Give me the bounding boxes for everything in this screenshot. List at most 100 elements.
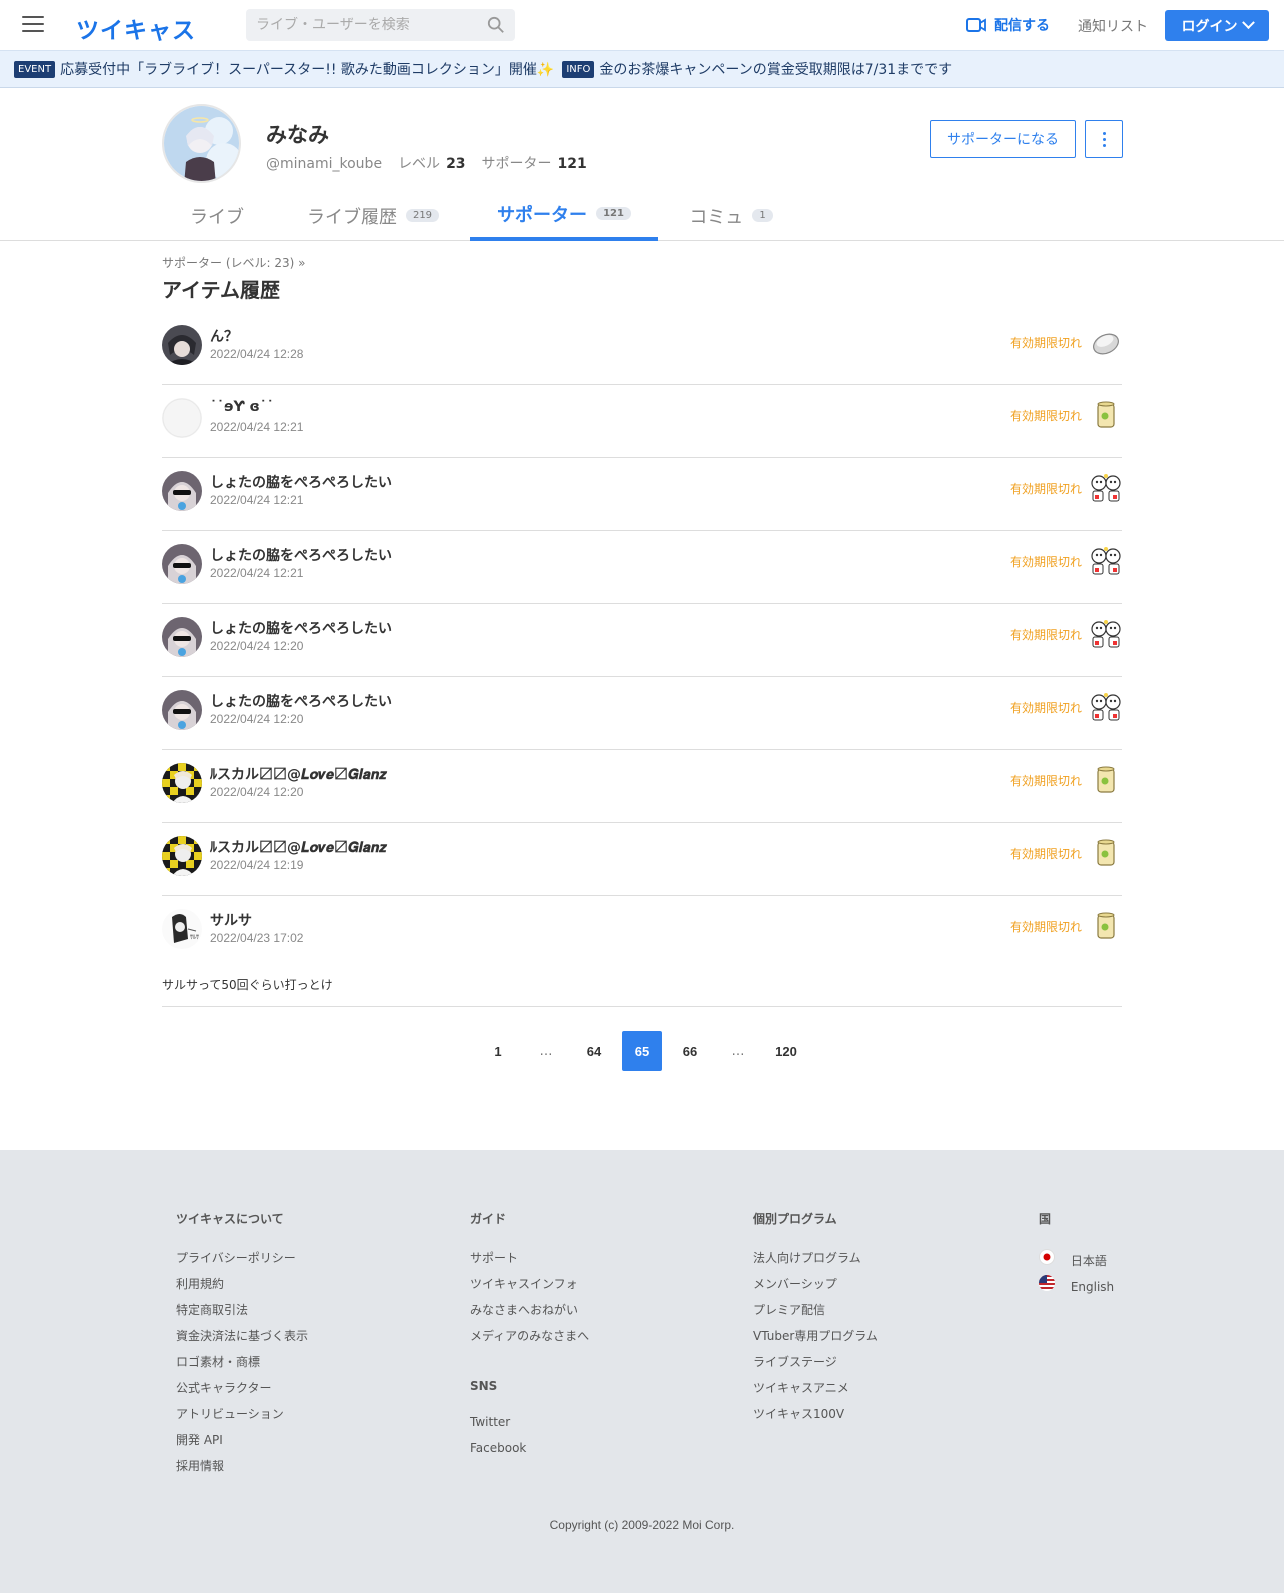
list-item: ﾙスカル〼〼@𝑳𝒐𝒗𝒆〼𝑮𝒍𝒂𝒏𝒛 2022/04/24 12:19 有効期限切れ [162, 823, 1122, 896]
profile-avatar[interactable] [162, 104, 241, 183]
page-link-64[interactable]: 64 [574, 1031, 614, 1071]
footer-guide-link[interactable]: メディアのみなさまへ [470, 1327, 589, 1343]
footer: ツイキャスについて プライバシーポリシー 利用規約 特定商取引法 資金決済法に基づく表… [0, 1150, 1284, 1593]
user-avatar[interactable]: ｻﾙｻ [162, 909, 202, 949]
footer-about-link[interactable]: 公式キャラクター [176, 1379, 308, 1395]
user-name[interactable]: ん？ [210, 326, 238, 346]
footer-about-link[interactable]: 特定商取引法 [176, 1301, 308, 1317]
footer-about-link[interactable]: アトリビューション [176, 1405, 308, 1421]
tab-count-badge: 121 [596, 207, 631, 220]
notification-list-link[interactable]: 通知リスト [1078, 16, 1148, 36]
footer-programs-link[interactable]: 法人向けプログラム [753, 1249, 878, 1265]
footer-programs-link[interactable]: ライブステージ [753, 1353, 878, 1369]
user-avatar[interactable] [162, 398, 202, 438]
user-name[interactable]: しょたの脇をぺろぺろしたい [210, 545, 392, 565]
user-avatar[interactable] [162, 617, 202, 657]
footer-guide-column: ガイド サポート ツイキャスインフォ みなさまへおねがい メディアのみなさまへ SNS… [470, 1210, 589, 1467]
footer-sns-link[interactable]: Twitter [470, 1415, 589, 1429]
footer-programs-link[interactable]: ツイキャスアニメ [753, 1379, 878, 1395]
tab-live[interactable]: ライブ [162, 190, 272, 241]
list-item: しょたの脇をぺろぺろしたい 2022/04/24 12:20 有効期限切れ [162, 604, 1122, 677]
footer-about-link[interactable]: 開発 API [176, 1431, 308, 1447]
language-japanese[interactable]: 日本語 [1039, 1249, 1114, 1268]
user-name[interactable]: ﾙスカル〼〼@𝑳𝒐𝒗𝒆〼𝑮𝒍𝒂𝒏𝒛 [210, 764, 387, 784]
list-item: ん？ 2022/04/24 12:28 有効期限切れ [162, 312, 1122, 385]
supporter-count: 121 [557, 156, 587, 172]
tab-live-history[interactable]: ライブ履歴 219 [283, 190, 463, 241]
user-avatar[interactable] [162, 763, 202, 803]
user-avatar[interactable] [162, 690, 202, 730]
item-date: 2022/04/24 12:28 [210, 347, 304, 361]
pagination-ellipsis: … [539, 1043, 553, 1059]
item-date: 2022/04/24 12:20 [210, 639, 304, 653]
copyright: Copyright (c) 2009-2022 Moi Corp. [549, 1518, 735, 1532]
event-announcement-link[interactable]: 応募受付中「ラブライブ！スーパースター!! 歌みた動画コレクション」開催✨ [60, 59, 554, 79]
item-status: 有効期限切れ [1009, 336, 1082, 350]
footer-programs-link[interactable]: プレミア配信 [753, 1301, 878, 1317]
level-value: 23 [446, 156, 466, 172]
login-button[interactable]: ログイン [1165, 10, 1269, 41]
footer-programs-link[interactable]: VTuber専用プログラム [753, 1327, 878, 1343]
menu-icon[interactable] [22, 16, 44, 34]
list-item: ｻﾙｻ サルサ 2022/04/23 17:02 有効期限切れ サルサって50回ぐらい打… [162, 896, 1122, 1007]
site-logo[interactable]: ツイキャス [76, 11, 196, 45]
user-name[interactable]: しょたの脇をぺろぺろしたい [210, 472, 392, 492]
page-link-66[interactable]: 66 [670, 1031, 710, 1071]
tab-community[interactable]: コミュ 1 [666, 190, 796, 241]
item-date: 2022/04/24 12:20 [210, 712, 304, 726]
tea-cup-item-icon [1090, 910, 1122, 942]
user-name[interactable]: ˙˙ɘƳ ɞ˙˙ [210, 399, 274, 415]
footer-guide-link[interactable]: ツイキャスインフォ [470, 1275, 589, 1291]
footer-programs-title: 個別プログラム [753, 1212, 837, 1226]
search-box [246, 9, 515, 41]
characters-item-icon [1090, 545, 1122, 577]
footer-guide-link[interactable]: みなさまへおねがい [470, 1301, 589, 1317]
tab-community-label: コミュ [689, 206, 744, 228]
more-options-button[interactable] [1085, 120, 1123, 158]
user-avatar[interactable] [162, 471, 202, 511]
svg-text:ｻﾙｻ: ｻﾙｻ [190, 934, 199, 941]
user-name[interactable]: サルサ [210, 910, 252, 930]
search-icon[interactable] [487, 16, 505, 34]
footer-about-link[interactable]: 資金決済法に基づく表示 [176, 1327, 308, 1343]
tab-count-badge: 1 [752, 209, 773, 222]
user-avatar[interactable] [162, 544, 202, 584]
user-name[interactable]: しょたの脇をぺろぺろしたい [210, 691, 392, 711]
japan-flag-icon [1039, 1249, 1055, 1265]
search-input[interactable] [256, 17, 476, 33]
event-tag: EVENT [14, 60, 56, 78]
video-camera-icon [966, 18, 986, 32]
footer-about-link[interactable]: ロゴ素材・商標 [176, 1353, 308, 1369]
page-link-120[interactable]: 120 [766, 1031, 806, 1071]
item-date: 2022/04/24 12:20 [210, 785, 304, 799]
info-announcement-link[interactable]: 金のお茶爆キャンペーンの賞金受取期限は7/31までです [599, 59, 952, 79]
tea-cup-item-icon [1090, 764, 1122, 796]
profile-meta: @minami_koube レベル 23 サポーター 121 [266, 153, 597, 173]
rice-ball-item-icon [1090, 326, 1122, 358]
item-history-list: ん？ 2022/04/24 12:28 有効期限切れ ˙˙ɘƳ ɞ˙˙ 2022/04/… [162, 312, 1122, 1007]
item-status: 有効期限切れ [1009, 920, 1082, 934]
profile-handle: @minami_koube [266, 156, 383, 172]
item-status: 有効期限切れ [1009, 774, 1082, 788]
footer-about-link[interactable]: プライバシーポリシー [176, 1249, 308, 1265]
footer-sns-link[interactable]: Facebook [470, 1441, 589, 1455]
broadcast-button[interactable]: 配信する [966, 15, 1050, 35]
footer-guide-title: ガイド [470, 1212, 507, 1226]
tab-supporters[interactable]: サポーター 121 [470, 190, 658, 241]
language-english[interactable]: English [1039, 1275, 1114, 1294]
footer-programs-link[interactable]: ツイキャス100V [753, 1405, 878, 1421]
broadcast-label: 配信する [994, 18, 1050, 34]
footer-about-link[interactable]: 利用規約 [176, 1275, 308, 1291]
footer-about-link[interactable]: 採用情報 [176, 1457, 308, 1473]
footer-programs-column: 個別プログラム 法人向けプログラム メンバーシップ プレミア配信 VTuber専用プロ… [753, 1210, 878, 1431]
footer-programs-link[interactable]: メンバーシップ [753, 1275, 878, 1291]
breadcrumb[interactable]: サポーター (レベル: 23) » [162, 254, 305, 271]
footer-guide-link[interactable]: サポート [470, 1249, 589, 1265]
page-link-65[interactable]: 65 [622, 1031, 662, 1071]
user-avatar[interactable] [162, 836, 202, 876]
page-link-1[interactable]: 1 [478, 1031, 518, 1071]
user-name[interactable]: ﾙスカル〼〼@𝑳𝒐𝒗𝒆〼𝑮𝒍𝒂𝒏𝒛 [210, 837, 387, 857]
user-name[interactable]: しょたの脇をぺろぺろしたい [210, 618, 392, 638]
become-supporter-button[interactable]: サポーターになる [930, 120, 1076, 158]
user-avatar[interactable] [162, 325, 202, 365]
